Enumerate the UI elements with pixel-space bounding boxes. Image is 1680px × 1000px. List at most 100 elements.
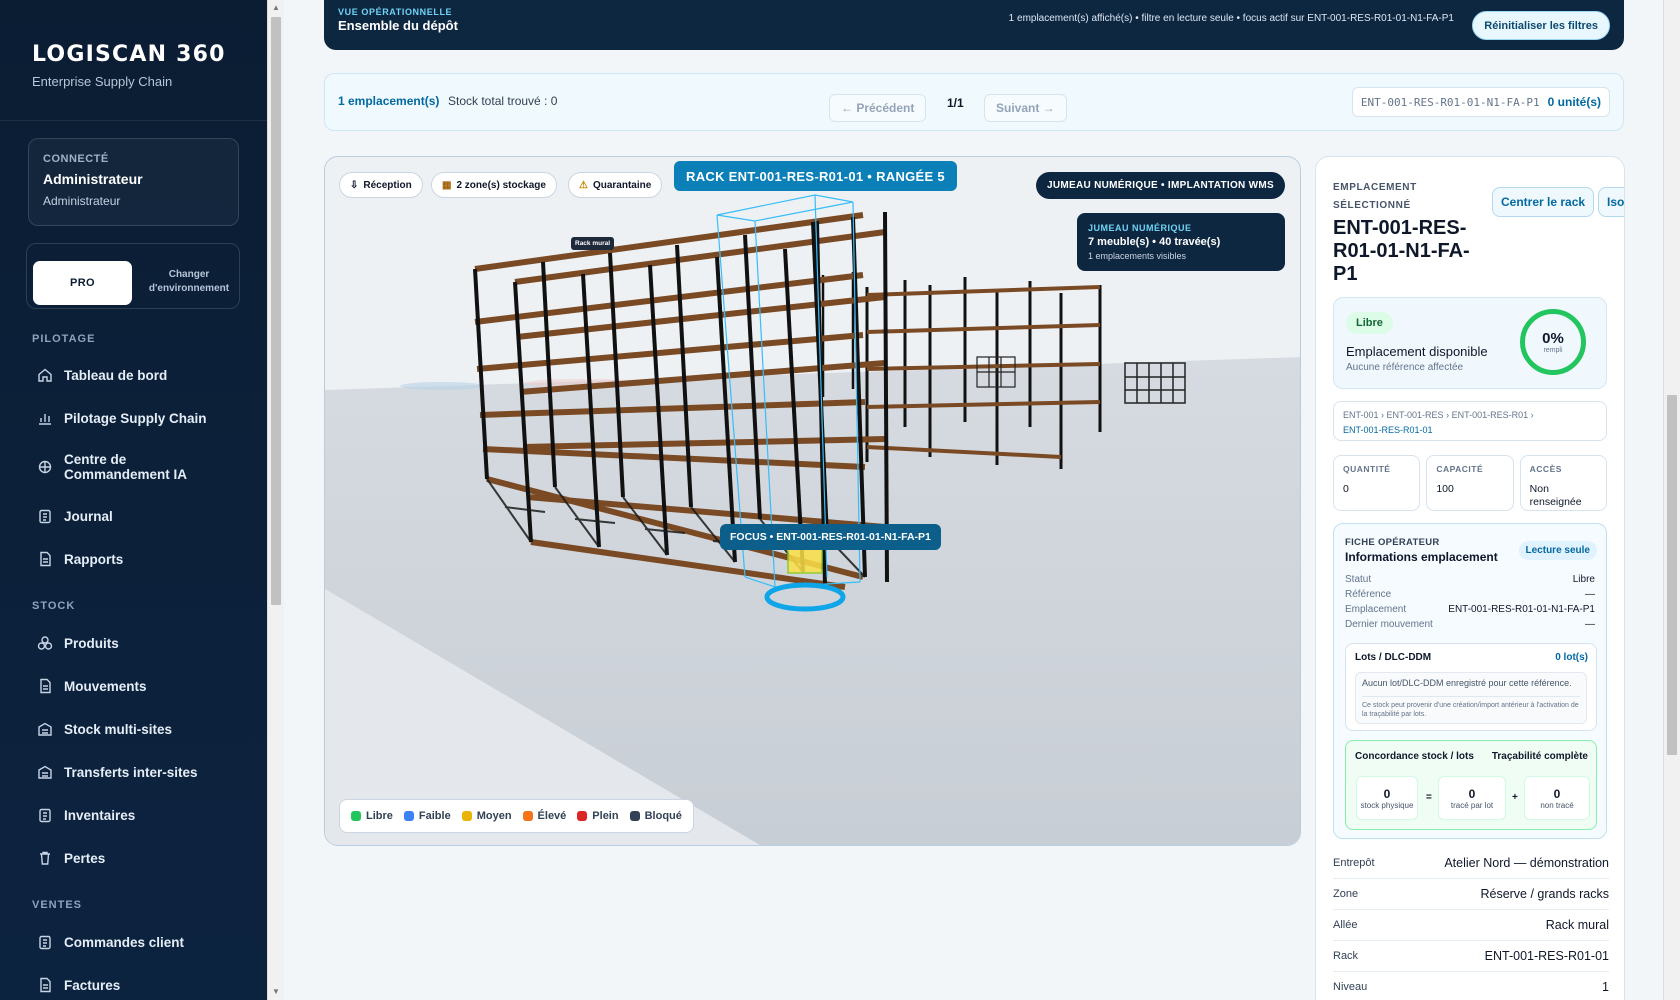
location-chip[interactable]: ENT-001-RES-R01-01-N1-FA-P1 0 unité(s)	[1351, 87, 1610, 117]
previous-button[interactable]: ← Précédent	[829, 94, 927, 122]
legend-label: Faible	[418, 810, 451, 822]
concordance-box: 0 tracé par lot	[1438, 776, 1506, 820]
fiche-row: Dernier mouvement —	[1345, 619, 1595, 630]
main-scrollbar[interactable]	[1663, 0, 1680, 1000]
chip-reception[interactable]: ⇩ Réception	[339, 172, 423, 198]
nav-tableau-de-bord[interactable]: Tableau de bord	[36, 366, 167, 384]
fiche-kicker: FICHE OPÉRATEUR	[1345, 537, 1440, 548]
env-pro-button[interactable]: PRO	[33, 261, 132, 305]
location-code: ENT-001-RES-R01-01-N1-FA-P1	[1360, 95, 1540, 109]
detail-value: Réserve / grands racks	[1480, 887, 1609, 901]
reset-filters-button[interactable]: Réinitialiser les filtres	[1472, 11, 1610, 40]
nav-produits[interactable]: Produits	[36, 634, 119, 652]
sidebar-scrollbar[interactable]: ▲ ▼	[267, 0, 284, 1000]
document-icon	[36, 677, 54, 695]
user-card: CONNECTÉ Administrateur Administrateur	[28, 138, 239, 226]
metric-value: 0	[1343, 483, 1349, 495]
panel-kicker: EMPLACEMENT SÉLECTIONNÉ	[1333, 182, 1417, 211]
legend: Libre Faible Moyen Élevé Plein Bloqué	[339, 799, 694, 833]
metric-quantite: QUANTITÉ 0	[1333, 455, 1421, 511]
warehouse-3d-view[interactable]: Rack mural ⇩ Réception ▦ 2 zone(s) stock…	[324, 156, 1301, 846]
concordance-operator: =	[1426, 792, 1432, 803]
scroll-up-arrow-icon[interactable]: ▲	[272, 3, 280, 12]
chip-zones[interactable]: ▦ 2 zone(s) stockage	[431, 172, 557, 198]
breadcrumb-item[interactable]: ENT-001-RES-R01	[1452, 410, 1529, 420]
legend-label: Moyen	[476, 810, 512, 822]
nav-pertes[interactable]: Pertes	[36, 849, 105, 867]
section-pilotage: PILOTAGE	[32, 333, 96, 345]
center-rack-button[interactable]: Centrer le rack	[1492, 187, 1595, 217]
user-name: Administrateur	[43, 171, 143, 187]
status-card: Libre Emplacement disponible Aucune réfé…	[1333, 297, 1607, 389]
fiche-value: ENT-001-RES-R01-01-N1-FA-P1	[1448, 604, 1595, 615]
chip-quarantaine[interactable]: ⚠ Quarantaine	[568, 172, 663, 198]
nav-label: Pertes	[64, 850, 106, 866]
nav-mouvements[interactable]: Mouvements	[36, 677, 147, 695]
nav-factures[interactable]: Factures	[36, 976, 120, 994]
detail-row-entrepot: Entrepôt Atelier Nord — démonstration	[1333, 848, 1609, 879]
twin-value: 7 meuble(s) • 40 travée(s)	[1088, 236, 1221, 248]
document-icon	[36, 976, 54, 994]
next-button[interactable]: Suivant →	[984, 94, 1067, 122]
fiche-row: Emplacement ENT-001-RES-R01-01-N1-FA-P1	[1345, 604, 1595, 615]
page-indicator: 1/1	[947, 96, 964, 110]
location-name: ENT-001-RES-R01-01-N1-FA-P1	[1333, 217, 1470, 285]
clipboard-icon	[36, 806, 54, 824]
fiche-key: Dernier mouvement	[1345, 619, 1433, 630]
chip-label: Quarantaine	[592, 179, 652, 191]
header-kicker: VUE OPÉRATIONNELLE	[338, 7, 453, 17]
fiche-value: Libre	[1572, 574, 1595, 585]
brain-icon	[36, 458, 54, 476]
metric-label: ACCÈS	[1529, 464, 1562, 474]
nav-pilotage-supply-chain[interactable]: Pilotage Supply Chain	[36, 409, 207, 427]
bar-chart-icon	[36, 409, 54, 427]
legend-label: Libre	[366, 810, 393, 822]
breadcrumb-item[interactable]: ENT-001	[1343, 410, 1379, 420]
environment-switcher: PRO Changer d'environnement	[26, 243, 240, 309]
scrollbar-thumb[interactable]	[271, 17, 281, 605]
isolate-rack-button[interactable]: Isoler le rack	[1598, 187, 1624, 217]
nav-stock-multi-sites[interactable]: Stock multi-sites	[36, 720, 172, 738]
location-units: 0 unité(s)	[1547, 95, 1601, 109]
scroll-down-arrow-icon[interactable]: ▼	[272, 987, 280, 996]
fiche-key: Statut	[1345, 574, 1372, 585]
metric-value: 100	[1436, 483, 1454, 495]
user-role: Administrateur	[43, 194, 121, 208]
env-switch-button[interactable]: Changer d'environnement	[139, 268, 239, 296]
nav-inventaires[interactable]: Inventaires	[36, 806, 135, 824]
fill-label: rempli	[1543, 347, 1563, 354]
metric-value: Non renseignée	[1529, 483, 1582, 508]
status-badge: Libre	[1346, 312, 1393, 334]
nav-rapports[interactable]: Rapports	[36, 550, 123, 568]
legend-swatch	[629, 811, 640, 821]
chip-label: Réception	[363, 179, 412, 191]
fiche-key: Référence	[1345, 589, 1392, 600]
nav-journal[interactable]: Journal	[36, 507, 113, 525]
brand-tagline: Enterprise Supply Chain	[32, 74, 173, 89]
scrollbar-thumb[interactable]	[1667, 395, 1677, 755]
breadcrumb: ENT-001 › ENT-001-RES › ENT-001-RES-R01 …	[1333, 401, 1607, 441]
detail-value: Rack mural	[1545, 918, 1609, 932]
read-only-badge: Lecture seule	[1518, 541, 1597, 560]
concordance-title: Concordance stock / lots	[1355, 751, 1474, 762]
detail-row-rack: Rack ENT-001-RES-R01-01	[1333, 941, 1609, 972]
nav-label: Produits	[64, 635, 119, 651]
nav-transferts[interactable]: Transferts inter-sites	[36, 763, 198, 781]
legend-swatch	[351, 811, 361, 821]
header-title: Ensemble du dépôt	[338, 18, 458, 33]
breadcrumb-item[interactable]: ENT-001-RES	[1387, 410, 1444, 420]
lots-card: Lots / DLC-DDM 0 lot(s) Aucun lot/DLC-DD…	[1345, 643, 1597, 731]
lots-note: Ce stock peut provenir d'une création/im…	[1362, 696, 1580, 719]
sidebar: LOGISCAN 360 Enterprise Supply Chain CON…	[0, 0, 267, 1000]
focus-label: FOCUS • ENT-001-RES-R01-01-N1-FA-P1	[720, 524, 941, 550]
legend-swatch	[403, 811, 414, 821]
nav-commandes-client[interactable]: Commandes client	[36, 933, 184, 951]
detail-key: Entrepôt	[1333, 857, 1375, 869]
nav-label: Transferts inter-sites	[64, 764, 198, 780]
legend-item: Élevé	[522, 810, 566, 822]
concordance-card: Concordance stock / lots Traçabilité com…	[1345, 740, 1597, 830]
nav-centre-ia[interactable]: Centre de Commandement IA	[36, 452, 206, 482]
fiche-value: —	[1585, 589, 1595, 600]
brand-name: LOGISCAN 360	[32, 42, 226, 67]
legend-item: Faible	[403, 810, 451, 822]
